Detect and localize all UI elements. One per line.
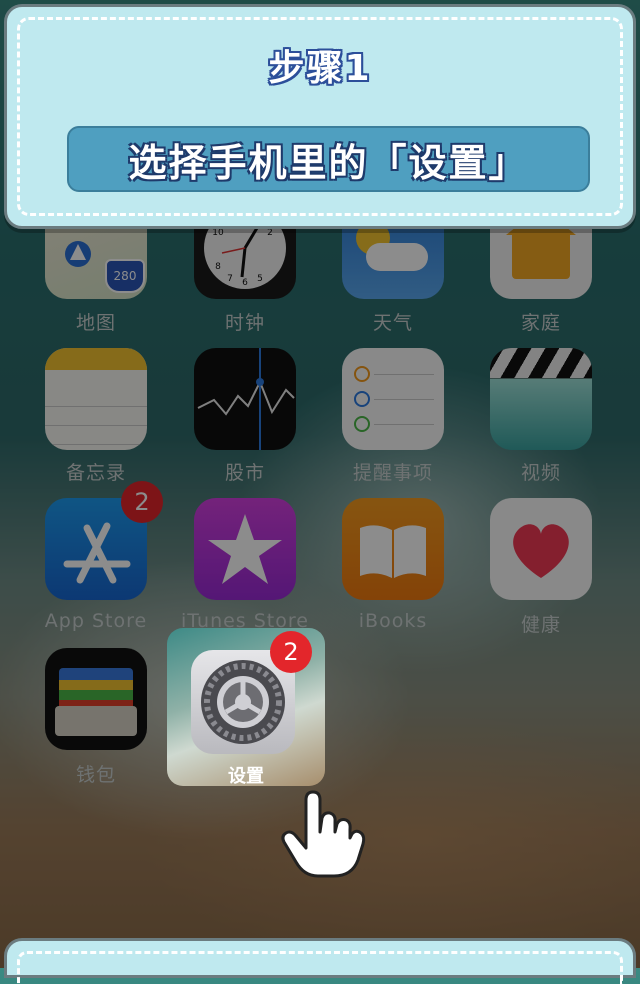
next-step-banner: [4, 938, 636, 984]
instruction-banner: 步骤1 选择手机里的「设置」: [4, 4, 636, 229]
instruction-box: 选择手机里的「设置」: [67, 126, 590, 192]
settings-label: 设置: [228, 766, 264, 786]
tap-hand-icon: [281, 790, 366, 878]
step-title: 步骤1: [268, 48, 372, 89]
settings-badge: 2: [270, 631, 312, 673]
instruction-text: 选择手机里的「设置」: [128, 140, 529, 185]
